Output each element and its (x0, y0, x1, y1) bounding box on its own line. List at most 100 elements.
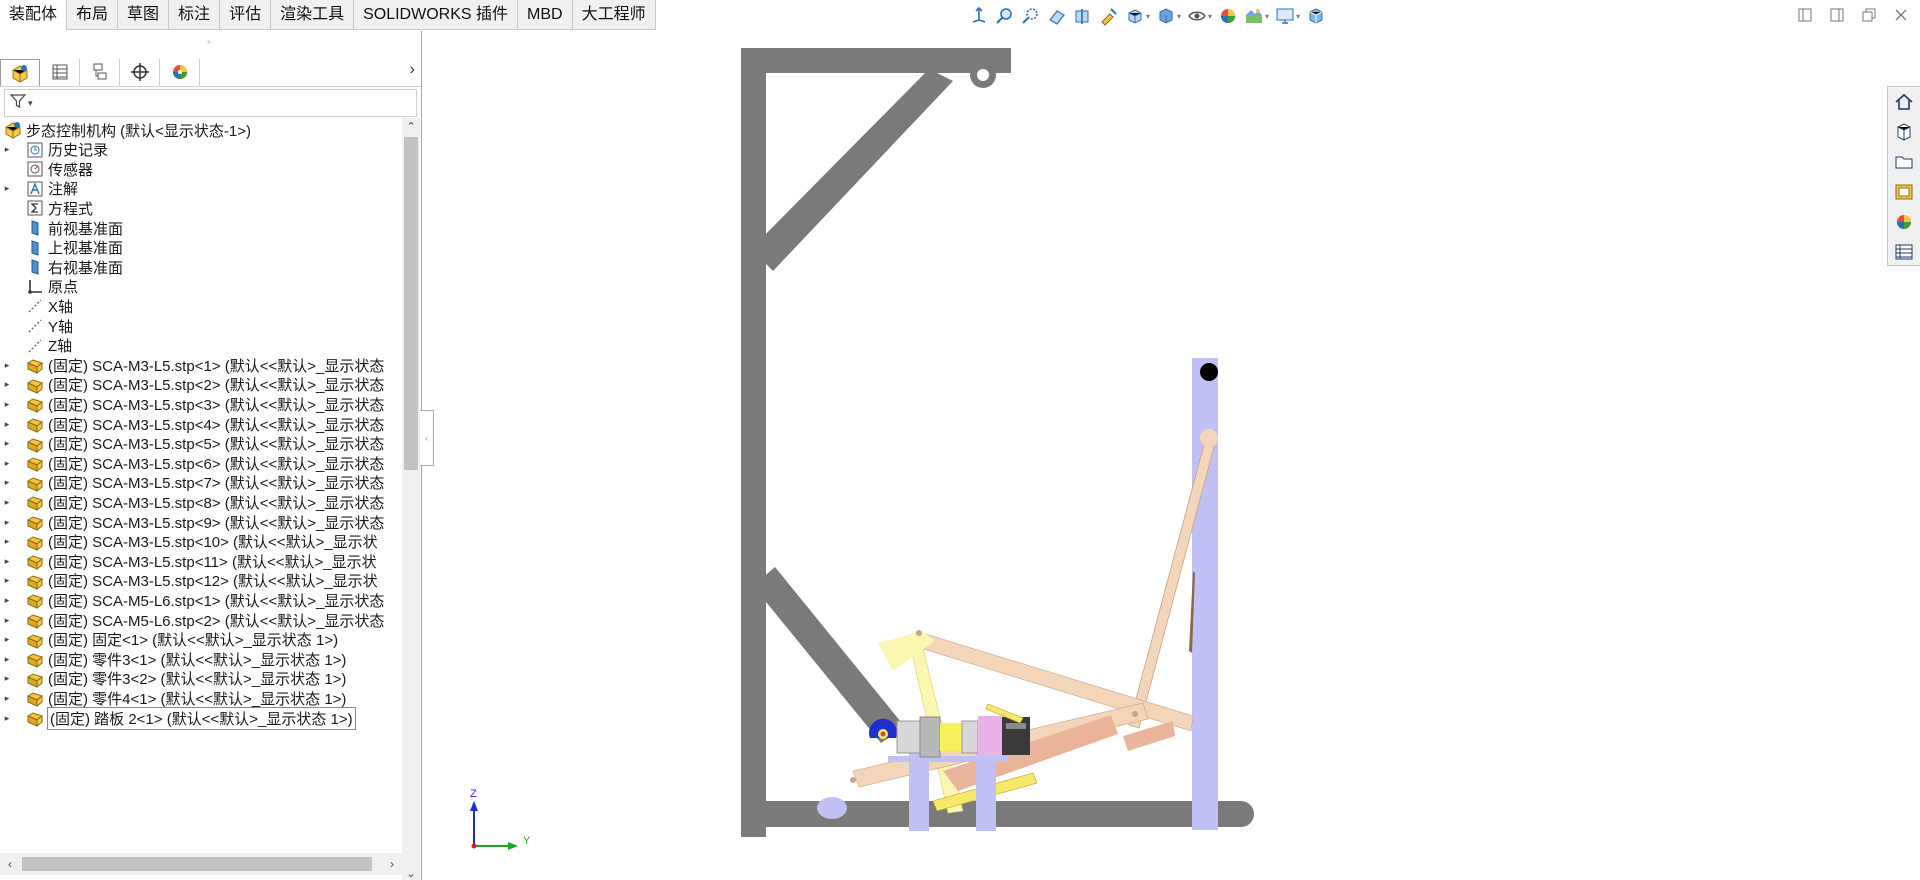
tab-command-0[interactable]: 装配体 (0, 0, 68, 30)
expand-arrow-icon[interactable]: ▸ (0, 595, 14, 606)
part-icon (26, 572, 44, 590)
history-icon (26, 141, 44, 159)
expand-arrow-icon[interactable]: ▸ (0, 438, 14, 449)
apply-scene-caret[interactable]: ▾ (1265, 12, 1269, 21)
plane-icon (26, 219, 44, 237)
part-icon (26, 631, 44, 649)
part-icon (26, 552, 44, 571)
part-icon (26, 376, 44, 394)
origin-icon (26, 278, 44, 296)
filter-icon[interactable] (9, 92, 27, 114)
view-orientation-icon[interactable] (966, 3, 992, 29)
part-icon (26, 591, 44, 610)
tab-command-2[interactable]: 草图 (118, 0, 170, 30)
display-style-icon[interactable] (1153, 3, 1179, 29)
tile-right-icon[interactable] (1826, 4, 1848, 26)
expand-arrow-icon[interactable]: ▸ (0, 575, 14, 586)
edit-appearance-icon[interactable] (1215, 3, 1241, 29)
tree-filter[interactable]: ▾ (4, 89, 417, 117)
tree-item[interactable]: ▸ (固定) 踏板 2<1> (默认<<默认>_显示状态 1>) (0, 706, 402, 730)
part-icon (26, 670, 44, 688)
assembly-model[interactable]: Z Y (423, 31, 1883, 880)
vertical-post[interactable] (1189, 358, 1218, 830)
display-style-caret[interactable]: ▾ (1177, 12, 1181, 21)
featuremanager-icon[interactable] (0, 58, 40, 86)
filter-dropdown-glyph[interactable]: ▾ (28, 98, 33, 109)
part-icon (26, 474, 44, 492)
expand-arrow-icon[interactable]: ▸ (0, 615, 14, 626)
part-icon (26, 533, 44, 551)
tab-command-1[interactable]: 布局 (67, 0, 119, 30)
task-pane (1887, 86, 1920, 266)
expand-arrow-icon[interactable]: ▸ (0, 360, 14, 371)
part-icon (26, 454, 44, 473)
heads-up-view-toolbar: ▾ ▾ ▾ ▾ ▾ (966, 3, 1329, 29)
section-view-icon[interactable] (1070, 3, 1096, 29)
tab-command-3[interactable]: 标注 (169, 0, 221, 30)
tab-command-5[interactable]: 渲染工具 (271, 0, 355, 30)
expand-arrow-icon[interactable]: ▸ (0, 673, 14, 684)
view-orientation-dropdown-icon[interactable] (1122, 3, 1148, 29)
tree-horizontal-scrollbar[interactable]: ‹ › (0, 853, 402, 875)
rotate-cube-icon[interactable] (1303, 3, 1329, 29)
view-settings-icon[interactable] (1272, 3, 1298, 29)
scroll-thumb-horizontal[interactable] (22, 857, 372, 871)
restore-icon[interactable] (1858, 4, 1880, 26)
expand-arrow-icon[interactable]: ▸ (0, 458, 14, 469)
view-orientation-caret[interactable]: ▾ (1146, 12, 1150, 21)
configurationmanager-icon[interactable] (80, 58, 120, 86)
hide-show-items-icon[interactable] (1184, 3, 1210, 29)
document-window-controls (1794, 4, 1912, 26)
hide-show-caret[interactable]: ▾ (1208, 12, 1212, 21)
scroll-left-arrow[interactable]: ‹ (0, 853, 20, 875)
expand-arrow-icon[interactable]: ▸ (0, 379, 14, 390)
scroll-down-arrow[interactable]: ⌄ (402, 865, 420, 880)
tab-command-7[interactable]: MBD (518, 0, 573, 30)
close-icon[interactable] (1890, 4, 1912, 26)
custom-properties-icon[interactable] (1888, 237, 1919, 267)
part-icon (26, 356, 44, 375)
tab-command-6[interactable]: SOLIDWORKS 插件 (354, 0, 519, 30)
tab-command-8[interactable]: 大工程师 (573, 0, 656, 30)
file-explorer-icon[interactable] (1888, 147, 1919, 177)
expand-arrow-icon[interactable]: ▸ (0, 183, 14, 194)
previous-view-icon[interactable] (1044, 3, 1070, 29)
dimxpert-icon[interactable] (120, 58, 160, 86)
motor-actuator[interactable] (869, 703, 1030, 758)
expand-arrow-icon[interactable]: ▸ (0, 713, 14, 724)
expand-arrow-icon[interactable]: ▸ (0, 517, 14, 528)
design-library-icon[interactable] (1888, 117, 1919, 147)
view-palette-icon[interactable] (1888, 177, 1919, 207)
expand-arrow-icon[interactable]: ▸ (0, 144, 14, 155)
displaymanager-icon[interactable] (160, 58, 200, 86)
expand-arrow-icon[interactable]: ▸ (0, 654, 14, 665)
expand-arrow-icon[interactable]: ▸ (0, 497, 14, 508)
apply-scene-icon[interactable] (1241, 3, 1267, 29)
command-manager-tabs: 装配体 布局 草图 标注 评估 渲染工具 SOLIDWORKS 插件 MBD 大工程师 (0, 0, 656, 30)
view-settings-caret[interactable]: ▾ (1296, 12, 1300, 21)
expand-arrow-icon[interactable]: ▸ (0, 399, 14, 410)
scroll-right-arrow[interactable]: › (382, 853, 402, 875)
tree-vertical-scrollbar[interactable]: ⌃ ⌄ (402, 118, 420, 880)
panel-grip[interactable]: ◦ (207, 37, 211, 48)
expand-arrow-icon[interactable]: ▸ (0, 634, 14, 645)
graphics-area[interactable]: Z Y (423, 31, 1883, 880)
propertymanager-icon[interactable] (40, 58, 80, 86)
zoom-to-area-icon[interactable] (1018, 3, 1044, 29)
expand-arrow-icon[interactable]: ▸ (0, 477, 14, 488)
axis-icon (26, 317, 44, 335)
zoom-to-fit-icon[interactable] (992, 3, 1018, 29)
chevron-right-icon[interactable]: › (410, 61, 415, 79)
scroll-up-arrow[interactable]: ⌃ (402, 118, 420, 136)
home-icon[interactable] (1888, 87, 1919, 117)
tile-left-icon[interactable] (1794, 4, 1816, 26)
tab-command-4[interactable]: 评估 (220, 0, 272, 30)
dynamic-annotation-icon[interactable] (1096, 3, 1122, 29)
expand-arrow-icon[interactable]: ▸ (0, 693, 14, 704)
expand-arrow-icon[interactable]: ▸ (0, 419, 14, 430)
scroll-thumb[interactable] (404, 137, 418, 470)
expand-arrow-icon[interactable]: ▸ (0, 556, 14, 567)
part-icon (26, 689, 44, 708)
expand-arrow-icon[interactable]: ▸ (0, 536, 14, 547)
appearances-icon[interactable] (1888, 207, 1919, 237)
